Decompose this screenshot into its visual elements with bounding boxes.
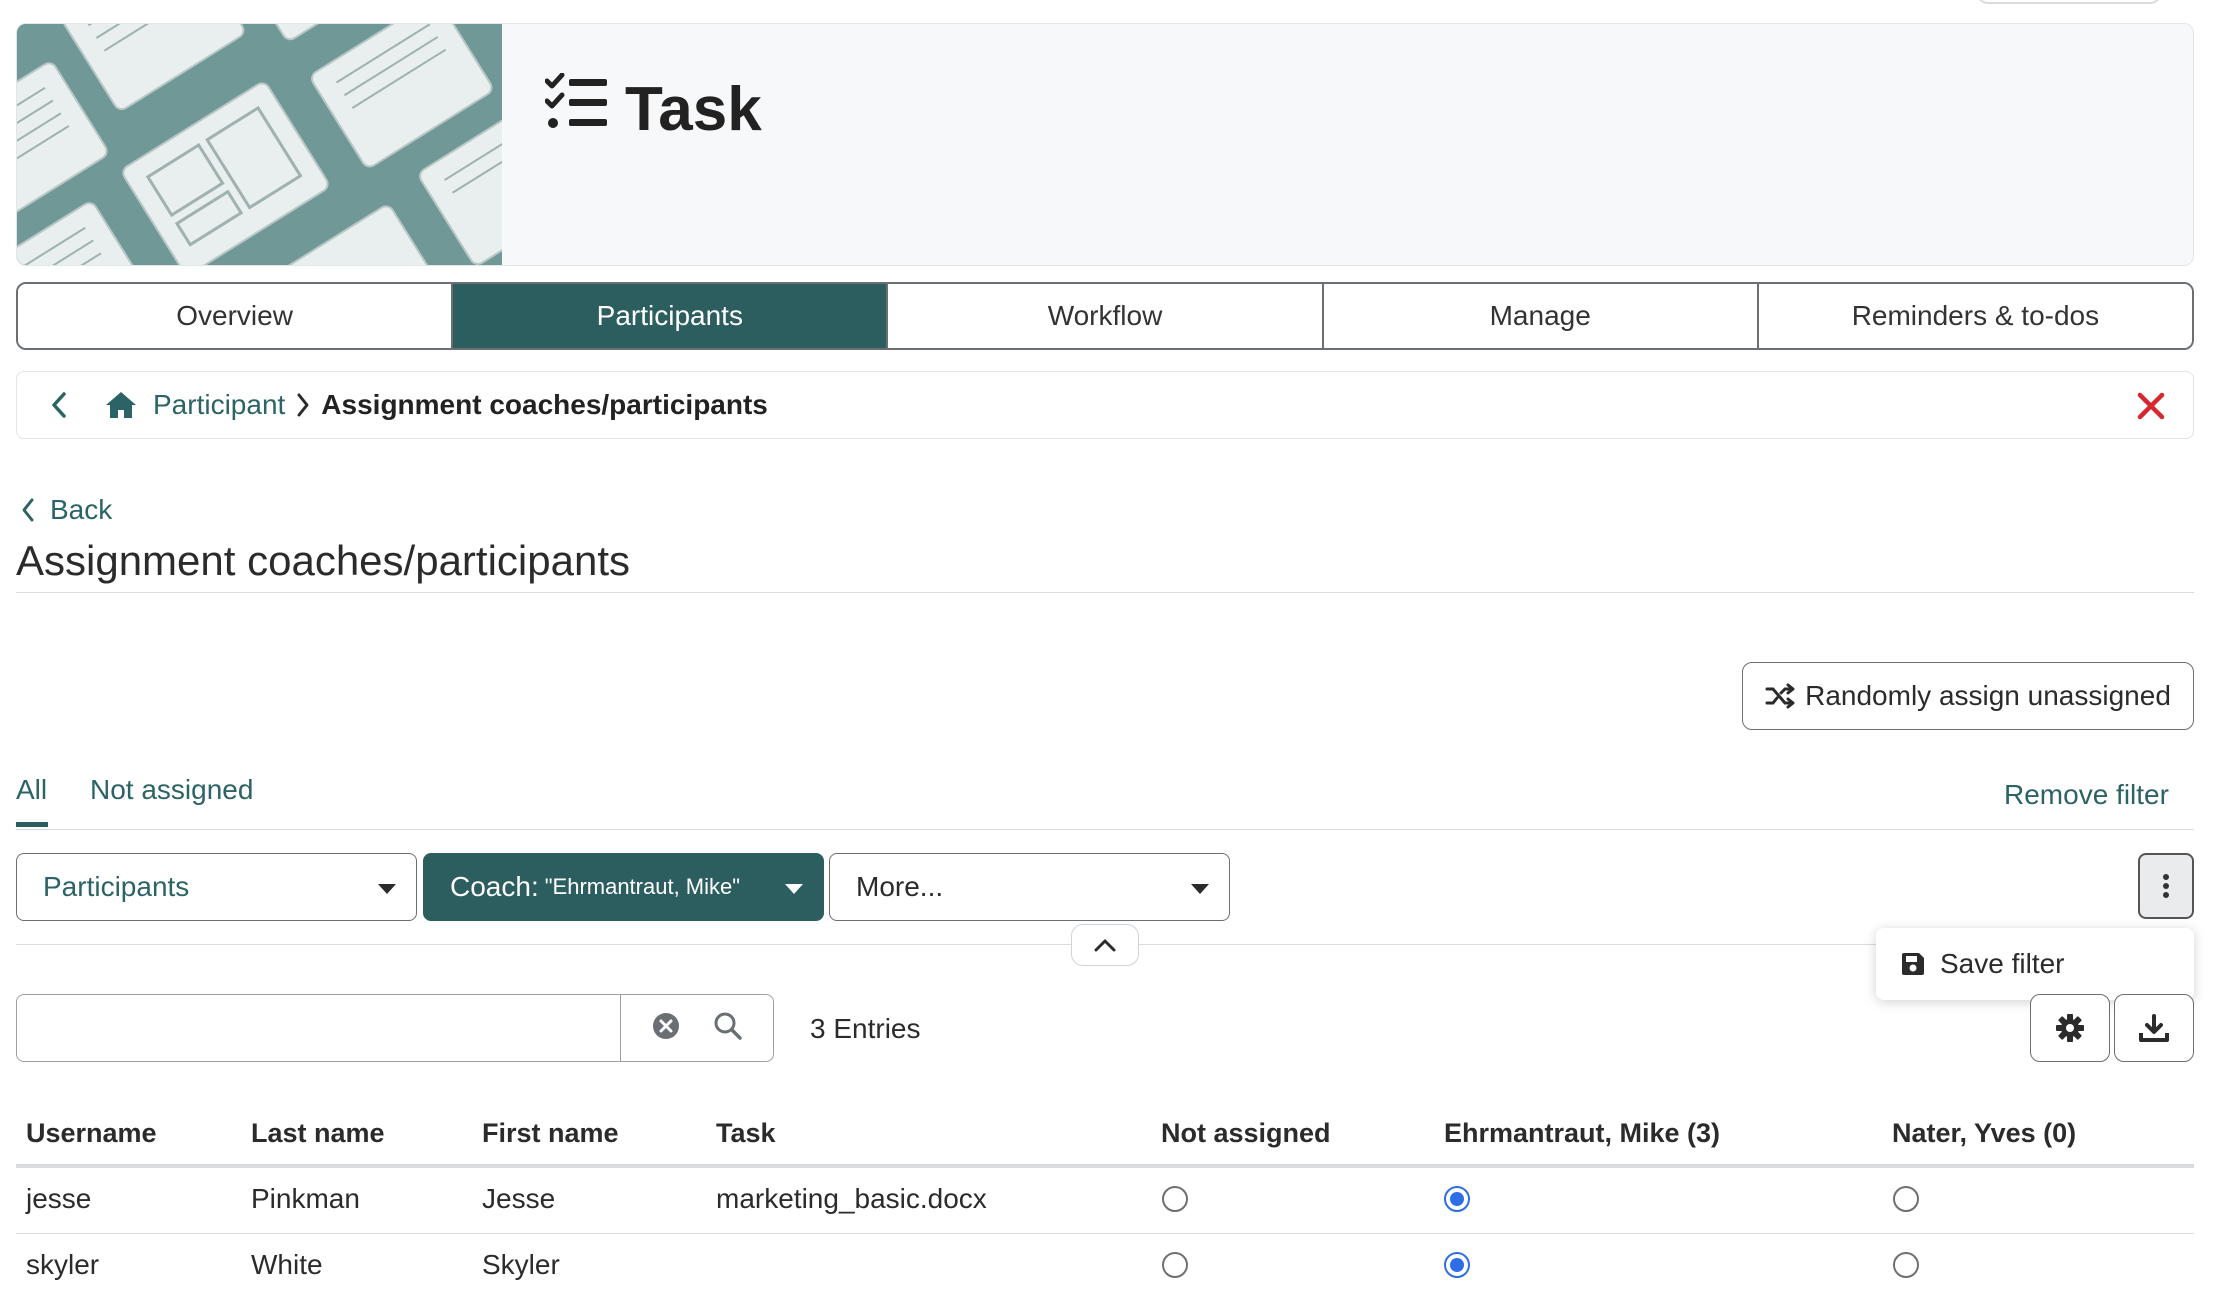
remove-filter-link[interactable]: Remove filter bbox=[2004, 779, 2169, 811]
download-icon bbox=[2139, 1014, 2169, 1042]
cell-first-name: Skyler bbox=[482, 1249, 560, 1280]
filter-tab-not-assigned[interactable]: Not assigned bbox=[90, 774, 253, 806]
participants-filter-label: Participants bbox=[43, 871, 190, 902]
save-filter-label: Save filter bbox=[1940, 948, 2065, 979]
caret-down-icon bbox=[378, 884, 396, 894]
table-header-divider bbox=[16, 1164, 2194, 1168]
column-header-username[interactable]: Username bbox=[26, 1118, 157, 1149]
tab-workflow[interactable]: Workflow bbox=[888, 284, 1324, 348]
coach-filter-dropdown[interactable]: Coach: "Ehrmantraut, Mike" bbox=[423, 853, 824, 921]
page-header-title: Task bbox=[544, 72, 762, 146]
tab-manage[interactable]: Manage bbox=[1323, 284, 1759, 348]
search-icon[interactable] bbox=[713, 1011, 743, 1046]
column-header-last-name[interactable]: Last name bbox=[251, 1118, 385, 1149]
chevron-up-icon bbox=[1094, 939, 1116, 952]
divider bbox=[16, 829, 2194, 830]
header-image bbox=[17, 24, 502, 265]
kebab-menu-icon bbox=[2163, 874, 2169, 898]
participants-filter-dropdown[interactable]: Participants bbox=[16, 853, 417, 921]
gear-icon bbox=[2056, 1014, 2084, 1042]
cell-username: jesse bbox=[26, 1183, 92, 1214]
cell-last-name: White bbox=[251, 1249, 323, 1280]
download-button[interactable] bbox=[2114, 994, 2194, 1062]
radio-coach-nater[interactable] bbox=[1893, 1252, 1919, 1278]
tab-participants[interactable]: Participants bbox=[453, 284, 889, 348]
breadcrumb-current: Assignment coaches/participants bbox=[321, 389, 768, 420]
coach-filter-label: Coach: bbox=[450, 871, 539, 902]
top-corner-control bbox=[1976, 0, 2162, 4]
chevron-left-icon bbox=[22, 498, 34, 522]
chevron-left-icon bbox=[52, 392, 66, 418]
more-filter-dropdown[interactable]: More... bbox=[829, 853, 1230, 921]
radio-coach-nater[interactable] bbox=[1893, 1186, 1919, 1212]
collapse-filters-button[interactable] bbox=[1071, 924, 1139, 966]
breadcrumb: Participant Assignment coaches/participa… bbox=[16, 371, 2194, 439]
back-label: Back bbox=[50, 494, 113, 525]
row-divider bbox=[16, 1233, 2194, 1234]
tab-reminders[interactable]: Reminders & to-dos bbox=[1758, 284, 2192, 348]
search-actions bbox=[620, 994, 774, 1062]
column-header-coach-ehrmantraut[interactable]: Ehrmantraut, Mike (3) bbox=[1444, 1118, 1720, 1149]
caret-down-icon bbox=[1191, 884, 1209, 894]
task-list-icon bbox=[544, 72, 609, 146]
cell-first-name: Jesse bbox=[482, 1183, 556, 1214]
column-header-not-assigned[interactable]: Not assigned bbox=[1161, 1118, 1331, 1149]
header-title-text: Task bbox=[625, 74, 762, 144]
page-title: Assignment coaches/participants bbox=[16, 537, 630, 584]
breadcrumb-participant-link[interactable]: Participant bbox=[153, 389, 285, 421]
active-tab-indicator bbox=[16, 822, 48, 827]
main-tabs: Overview Participants Workflow Manage Re… bbox=[16, 282, 2194, 350]
more-filter-label: More... bbox=[856, 871, 944, 902]
filter-tab-all[interactable]: All bbox=[16, 774, 47, 806]
header-card: Task bbox=[16, 23, 2194, 266]
coach-filter-value: "Ehrmantraut, Mike" bbox=[544, 874, 741, 899]
back-link[interactable]: Back bbox=[20, 494, 112, 526]
randomly-assign-label: Randomly assign unassigned bbox=[1805, 680, 2171, 711]
randomly-assign-button[interactable]: Randomly assign unassigned bbox=[1742, 662, 2194, 730]
radio-coach-ehrmantraut[interactable] bbox=[1444, 1252, 1470, 1278]
cell-last-name: Pinkman bbox=[251, 1183, 360, 1214]
radio-not-assigned[interactable] bbox=[1162, 1252, 1188, 1278]
chevron-right-icon bbox=[295, 392, 311, 418]
shuffle-icon bbox=[1765, 683, 1795, 709]
table-settings-button[interactable] bbox=[2030, 994, 2110, 1062]
entries-count: 3 Entries bbox=[810, 1013, 921, 1044]
save-icon bbox=[1902, 953, 1924, 975]
save-filter-menu-item[interactable]: Save filter bbox=[1876, 928, 2194, 1000]
radio-coach-ehrmantraut[interactable] bbox=[1444, 1186, 1470, 1212]
close-icon[interactable] bbox=[2129, 384, 2173, 428]
column-header-coach-nater[interactable]: Nater, Yves (0) bbox=[1892, 1118, 2076, 1149]
cell-task: marketing_basic.docx bbox=[716, 1183, 987, 1214]
filter-options-button[interactable] bbox=[2138, 853, 2194, 919]
clear-search-icon[interactable] bbox=[651, 1011, 681, 1046]
caret-down-icon bbox=[785, 884, 803, 894]
home-icon[interactable] bbox=[101, 385, 141, 425]
column-header-task[interactable]: Task bbox=[716, 1118, 776, 1149]
breadcrumb-back-button[interactable] bbox=[31, 377, 87, 433]
cell-username: skyler bbox=[26, 1249, 100, 1280]
radio-not-assigned[interactable] bbox=[1162, 1186, 1188, 1212]
tab-overview[interactable]: Overview bbox=[18, 284, 454, 348]
column-header-first-name[interactable]: First name bbox=[482, 1118, 619, 1149]
divider bbox=[16, 592, 2194, 593]
search-input[interactable] bbox=[16, 994, 621, 1062]
